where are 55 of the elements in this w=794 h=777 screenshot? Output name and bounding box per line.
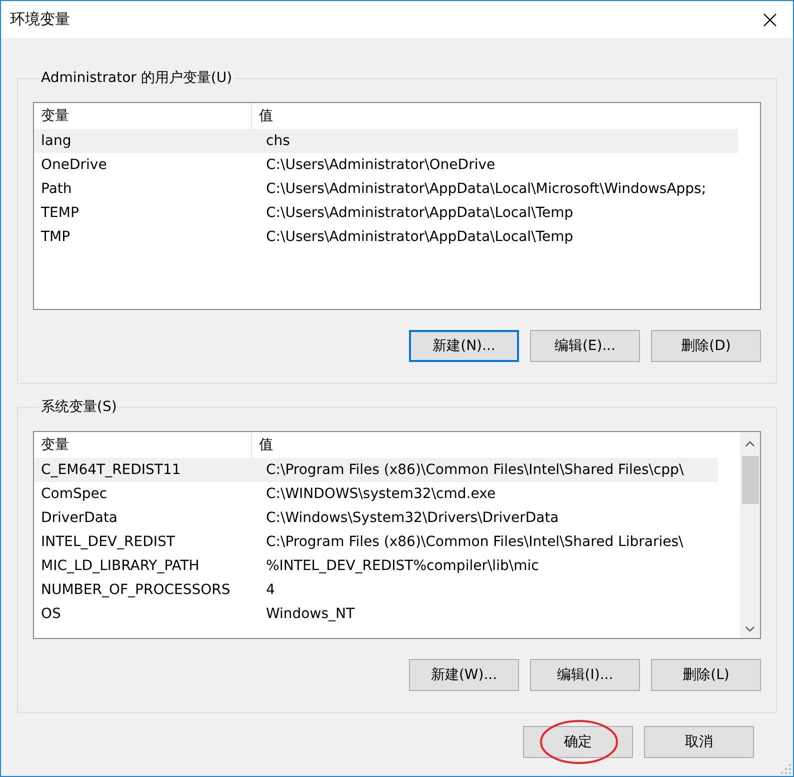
variable-value: Windows_NT — [265, 606, 356, 622]
variable-value: C:\Program Files (x86)\Common Files\Intel\Shared Files\cpp\ — [265, 462, 685, 478]
variable-value: %INTEL_DEV_REDIST%compiler\lib\mic — [265, 558, 540, 574]
group-label: 系统变量(S) — [40, 398, 118, 417]
variable-row[interactable]: DriverData C:\Windows\System32\Drivers\DriverData — [34, 506, 718, 530]
variable-row[interactable]: ComSpec C:\WINDOWS\system32\cmd.exe — [34, 482, 718, 506]
variable-value: C:\Windows\System32\Drivers\DriverData — [265, 510, 560, 526]
variable-row[interactable]: TEMP C:\Users\Administrator\AppData\Local\Temp — [34, 201, 738, 225]
action-button[interactable]: 删除(D) — [651, 330, 761, 362]
action-button[interactable]: 编辑(I)... — [530, 659, 640, 691]
window-title: 环境变量 — [10, 10, 70, 29]
group-label: Administrator 的用户变量(U) — [40, 69, 234, 88]
scroll-thumb[interactable] — [742, 456, 758, 504]
variable-row[interactable]: OS Windows_NT — [34, 602, 718, 626]
variable-value: chs — [265, 133, 291, 149]
variable-name: Path — [40, 181, 73, 197]
variable-name: OS — [40, 606, 62, 622]
variable-row[interactable]: C_EM64T_REDIST11 C:\Program Files (x86)\Common Files\Intel\Shared Files\cpp\ — [34, 458, 718, 482]
variable-name: C_EM64T_REDIST11 — [40, 462, 182, 478]
scroll-up-icon[interactable] — [745, 441, 755, 447]
scroll-down-icon[interactable] — [745, 626, 755, 632]
variable-value: C:\Users\Administrator\AppData\Local\Microsoft\WindowsApps; — [265, 181, 708, 197]
variable-value: C:\WINDOWS\system32\cmd.exe — [265, 486, 497, 502]
variable-name: ComSpec — [40, 486, 108, 502]
variable-row[interactable]: lang chs — [34, 129, 738, 153]
variable-name: INTEL_DEV_REDIST — [40, 534, 176, 550]
variable-row[interactable]: OneDrive C:\Users\Administrator\OneDrive — [34, 153, 738, 177]
variable-value: C:\Program Files (x86)\Common Files\Intel\Shared Libraries\ — [265, 534, 684, 550]
variable-value: 4 — [265, 582, 276, 598]
variable-row[interactable]: TMP C:\Users\Administrator\AppData\Local\Temp — [34, 225, 738, 249]
action-button[interactable]: 编辑(E)... — [530, 330, 640, 362]
scrollbar[interactable] — [740, 432, 760, 638]
variable-row[interactable]: Path C:\Users\Administrator\AppData\Local\Microsoft\WindowsApps; — [34, 177, 738, 201]
action-button[interactable]: 删除(L) — [651, 659, 761, 691]
variable-name: DriverData — [40, 510, 119, 526]
variable-name: lang — [40, 133, 72, 149]
variable-row[interactable]: NUMBER_OF_PROCESSORS 4 — [34, 578, 718, 602]
column-header[interactable]: 值 — [252, 103, 760, 129]
variable-row[interactable]: MIC_LD_LIBRARY_PATH %INTEL_DEV_REDIST%compiler\lib\mic — [34, 554, 718, 578]
close-icon[interactable] — [763, 12, 777, 26]
ok-button[interactable]: 确定 — [523, 726, 633, 758]
column-header[interactable]: 值 — [252, 432, 740, 458]
variable-value: C:\Users\Administrator\AppData\Local\Temp — [265, 229, 574, 245]
action-button[interactable]: 新建(N)... — [409, 330, 519, 362]
variable-value: C:\Users\Administrator\AppData\Local\Temp — [265, 205, 574, 221]
resize-grip-icon[interactable] — [781, 764, 791, 774]
variable-row[interactable]: INTEL_DEV_REDIST C:\Program Files (x86)\Common Files\Intel\Shared Libraries\ — [34, 530, 718, 554]
cancel-button[interactable]: 取消 — [644, 726, 754, 758]
variable-name: TEMP — [40, 205, 80, 221]
variable-name: MIC_LD_LIBRARY_PATH — [40, 558, 200, 574]
action-button[interactable]: 新建(W)... — [409, 659, 519, 691]
variable-name: NUMBER_OF_PROCESSORS — [40, 582, 232, 598]
variable-name: TMP — [40, 229, 72, 245]
variable-name: OneDrive — [40, 157, 108, 173]
variable-value: C:\Users\Administrator\OneDrive — [265, 157, 496, 173]
